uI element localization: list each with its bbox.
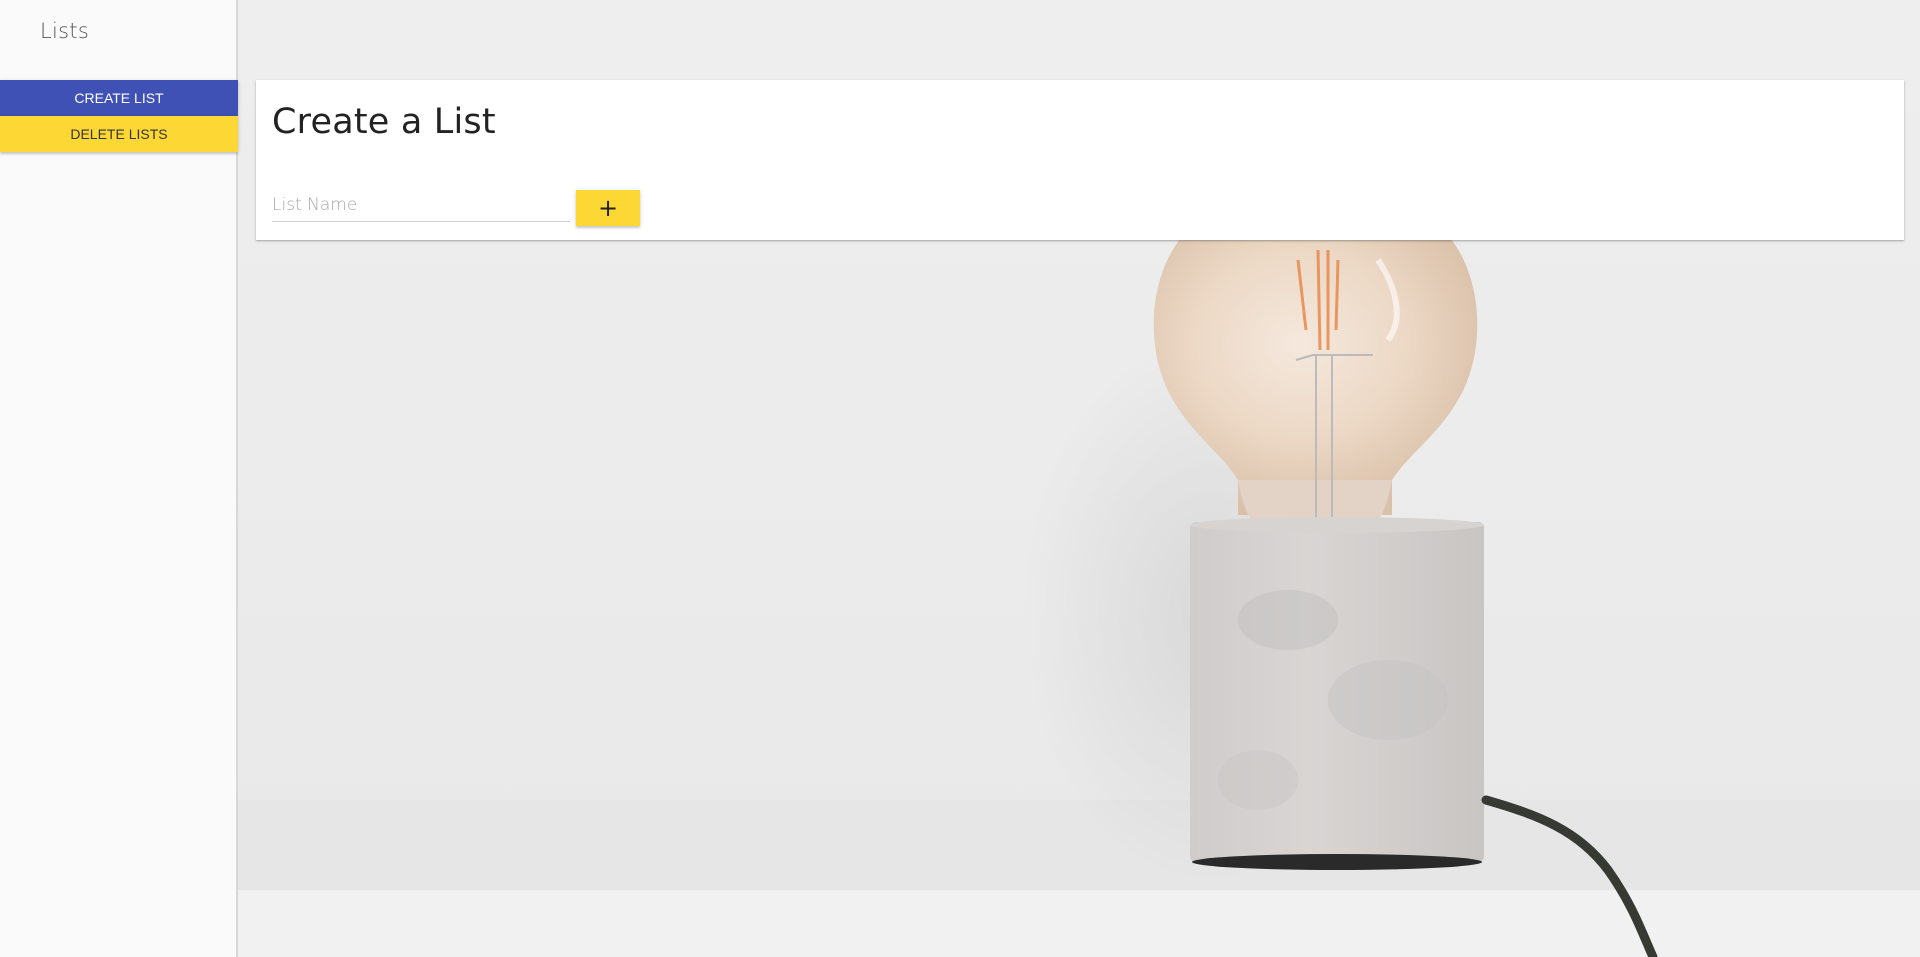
sidebar: Lists CREATE LIST DELETE LISTS bbox=[0, 0, 238, 957]
list-name-input[interactable] bbox=[272, 188, 570, 222]
add-list-button[interactable]: + bbox=[576, 190, 640, 226]
sidebar-title: Lists bbox=[40, 19, 90, 43]
create-list-card: Create a List + bbox=[256, 80, 1904, 240]
concrete-base bbox=[1190, 517, 1484, 870]
delete-lists-button[interactable]: DELETE LISTS bbox=[0, 116, 238, 152]
power-cord bbox=[1481, 795, 1658, 957]
page-title: Create a List bbox=[272, 102, 496, 142]
create-list-button[interactable]: CREATE LIST bbox=[0, 80, 238, 116]
plus-icon: + bbox=[597, 194, 619, 222]
lightbulb bbox=[1153, 230, 1478, 525]
